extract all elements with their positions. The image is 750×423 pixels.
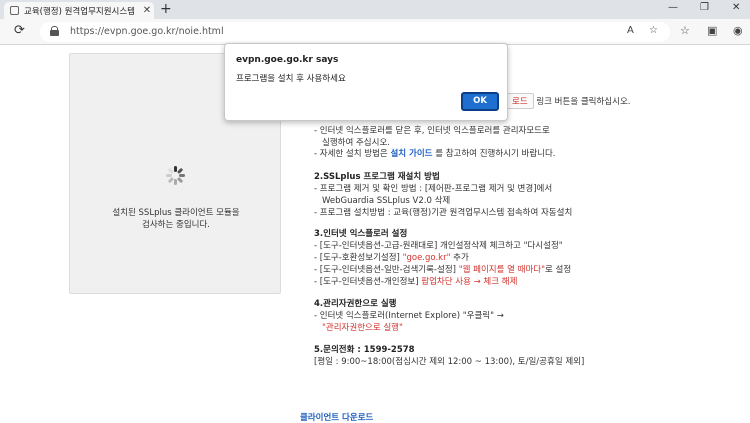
section-2-title: 2.SSLplus 프로그램 재설치 방법: [314, 172, 440, 182]
s3-line-2: - [도구-호환성보기설정] "goe.go.kr" 추가: [314, 253, 469, 263]
install-guide-link[interactable]: 설치 가이드: [390, 149, 432, 159]
s2-line-2: WebGuardia SSLplus V2.0 삭제: [322, 196, 451, 206]
favorites-icon[interactable]: ☆: [680, 24, 690, 37]
tab-title: 교육(행정) 원격업무지원시스템: [24, 6, 135, 17]
maximize-button[interactable]: ❐: [700, 2, 709, 13]
collections-icon[interactable]: ▣: [707, 24, 717, 37]
s1-line-3: - 자세한 설치 방법은 설치 가이드 를 참고하여 진행하시기 바랍니다.: [314, 149, 556, 159]
s1-line-1: - 인터넷 익스플로러를 닫은 후, 인터넷 익스플로러를 관리자모드로: [314, 126, 550, 136]
lock-icon[interactable]: [50, 26, 59, 37]
tab-close-icon[interactable]: ✕: [140, 5, 154, 16]
s3-line-4: - [도구-인터넷옵션-개인정보] 팝업차단 사용 → 체크 해제: [314, 277, 518, 287]
client-download-link[interactable]: 클라이언트 다운로드: [300, 411, 373, 423]
section-3-title: 3.인터넷 익스플로러 설정: [314, 229, 408, 239]
section-5-title: 5.문의전화 : 1599-2578: [314, 345, 415, 355]
download-link-button[interactable]: 로드: [506, 93, 534, 109]
s3-line-3: - [도구-인터넷옵션-일반-검색기록-설정] "웹 페이지를 열 때마다"로 …: [314, 265, 572, 275]
checking-message: 설치된 SSLplus 클라이언트 모듈을 검사하는 중입니다.: [112, 208, 240, 230]
s5-line-1: [평일 : 9:00~18:00(점심시간 제외 12:00 ~ 13:00),…: [314, 357, 585, 367]
browser-tab[interactable]: 교육(행정) 원격업무지원시스템 ✕: [4, 2, 154, 19]
dialog-message: 프로그램을 설치 후 사용하세요: [236, 74, 346, 84]
ok-button[interactable]: OK: [461, 92, 499, 111]
s4-line-2: "관리자권한으로 실행": [322, 323, 403, 333]
dialog-title: evpn.goe.go.kr says: [236, 55, 339, 65]
s2-line-3: - 프로그램 설치방법 : 교육(행정)기관 원격업무시스템 접속하여 자동설치: [314, 208, 573, 218]
address-url[interactable]: https://evpn.goe.go.kr/noie.html: [70, 26, 224, 37]
minimize-button[interactable]: —: [668, 2, 678, 13]
download-hint-line: 로드 링크 버튼을 클릭하십시오.: [506, 93, 630, 109]
s4-line-1: - 인터넷 익스플로러(Internet Explore) "우클릭" →: [314, 311, 504, 321]
tab-strip: 교육(행정) 원격업무지원시스템 ✕ + — ❐ ✕: [0, 0, 750, 19]
alert-dialog: evpn.goe.go.kr says 프로그램을 설치 후 사용하세요 OK: [224, 43, 508, 121]
page-favicon-icon: [10, 6, 19, 15]
new-tab-button[interactable]: +: [160, 1, 172, 17]
close-window-button[interactable]: ✕: [732, 2, 740, 13]
section-4-title: 4.관리자권한으로 실행: [314, 299, 397, 309]
loading-spinner-icon: [166, 166, 185, 185]
s3-line-1: - [도구-인터넷옵션-고급-원래대로] 개인설정삭제 체크하고 "다시설정": [314, 241, 563, 251]
favorite-star-icon[interactable]: ☆: [649, 25, 658, 36]
read-aloud-icon[interactable]: A: [627, 25, 634, 36]
browser-toolbar: ⟳ https://evpn.goe.go.kr/noie.html A ☆ ☆…: [0, 19, 750, 45]
address-bar[interactable]: https://evpn.goe.go.kr/noie.html A ☆: [40, 22, 670, 42]
profile-icon[interactable]: ◉: [733, 24, 743, 37]
s2-line-1: - 프로그램 제거 및 확인 방법 : [제어판-프로그램 제거 및 변경]에서: [314, 184, 553, 194]
reload-icon[interactable]: ⟳: [14, 24, 25, 38]
